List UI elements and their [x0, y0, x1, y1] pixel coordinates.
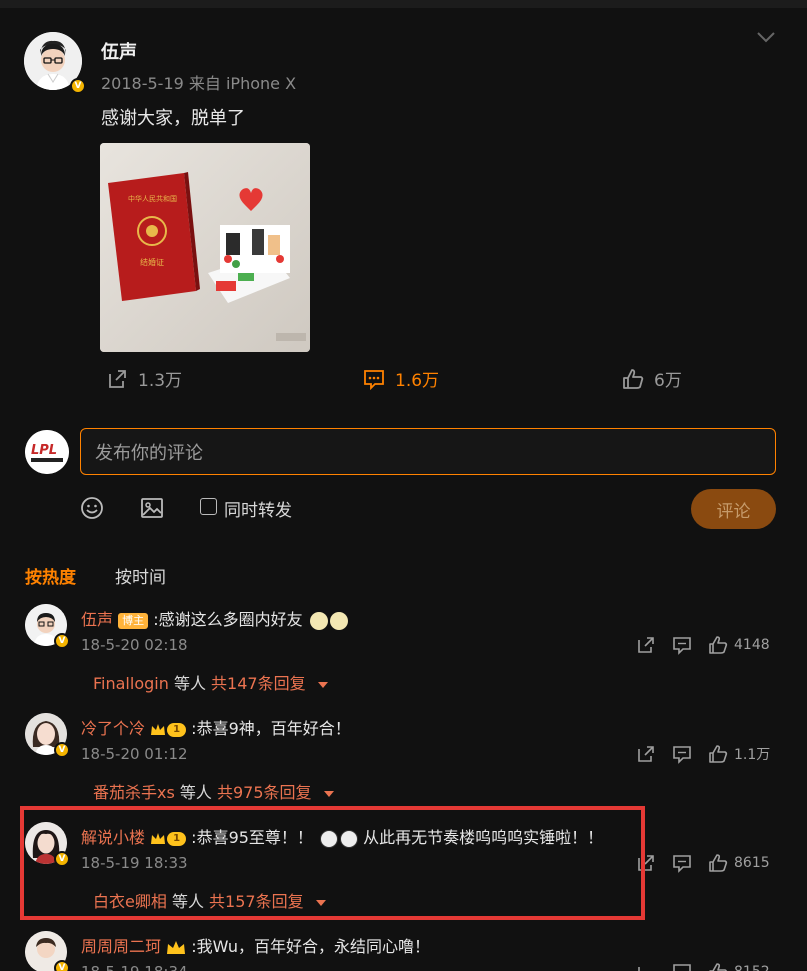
- like-count: 6万: [654, 371, 682, 391]
- comment-time: 18-5-19 18:34: [81, 963, 188, 971]
- comment-like-button[interactable]: 8152: [708, 962, 770, 971]
- send-comment-button[interactable]: 评论: [691, 489, 776, 529]
- reply-count[interactable]: 共147条回复: [211, 674, 306, 693]
- weibo-post-page: V 伍声 2018-5-19 来自 iPhone X 感谢大家，脱单了 中华人民…: [0, 0, 807, 971]
- reply-user[interactable]: 番茄杀手xs: [93, 783, 175, 802]
- repost-checkbox-label[interactable]: 同时转发: [224, 496, 292, 521]
- comment-button[interactable]: 1.6万: [363, 366, 439, 391]
- comment-text: :感谢这么多圈内好友: [153, 610, 303, 629]
- chevron-down-icon[interactable]: [756, 30, 776, 44]
- comment-actions: 1.1万: [636, 744, 770, 764]
- comment-item: V 冷了个冷 1 :恭喜9神，百年好合！ 18-5-20 01:12 番茄杀手x…: [0, 707, 807, 812]
- comment-like-button[interactable]: 4148: [708, 635, 770, 655]
- share-icon[interactable]: [636, 744, 656, 764]
- reply-summary[interactable]: Finallogin 等人 共147条回复: [93, 670, 329, 694]
- verified-badge-icon: V: [70, 78, 86, 94]
- book-title: 中华人民共和国: [128, 194, 177, 203]
- repost-button[interactable]: 1.3万: [106, 366, 182, 391]
- my-avatar[interactable]: LPL: [25, 430, 69, 474]
- comment-placeholder: 发布你的评论: [95, 442, 203, 464]
- repost-checkbox[interactable]: [200, 498, 217, 515]
- highlight-box: [20, 806, 645, 920]
- comment-like-button[interactable]: 1.1万: [708, 744, 770, 764]
- crying-emoji-icon: [329, 611, 348, 630]
- verified-badge-icon: V: [54, 633, 70, 649]
- comment-count: 1.6万: [395, 371, 440, 391]
- comment-time: 18-5-20 02:18: [81, 636, 188, 654]
- comment-like-button[interactable]: 8615: [708, 853, 770, 873]
- comment-item: V 周周周二珂 :我Wu，百年好合，永结同心噜！ 18-5-19 18:34 8…: [0, 925, 807, 971]
- caret-down-icon: [317, 682, 328, 688]
- post-meta: 2018-5-19 来自 iPhone X: [101, 74, 297, 93]
- reply-connector: 等人: [168, 674, 212, 693]
- sort-by-time-tab[interactable]: 按时间: [115, 563, 166, 588]
- reply-summary[interactable]: 番茄杀手xs 等人 共975条回复: [93, 779, 335, 803]
- post-photo[interactable]: 中华人民共和国 结婚证: [100, 143, 310, 352]
- book-label: 结婚证: [140, 257, 164, 267]
- top-strip: [0, 0, 807, 8]
- comment-author[interactable]: 周周周二珂: [81, 937, 161, 956]
- author-badge: 博主: [118, 612, 149, 629]
- comment-text: :我Wu，百年好合，永结同心噜！: [191, 937, 430, 956]
- comment-actions: 8152: [636, 962, 770, 971]
- comment-input[interactable]: 发布你的评论: [80, 428, 776, 475]
- share-icon: [109, 369, 126, 388]
- share-icon[interactable]: [636, 962, 656, 971]
- verified-badge-icon: V: [54, 960, 70, 971]
- share-icon[interactable]: [636, 635, 656, 655]
- crown-level-icon: 1: [150, 722, 187, 737]
- comment-icon[interactable]: [672, 962, 692, 971]
- comment-icon: [364, 369, 384, 390]
- comment-like-count: 1.1万: [734, 747, 771, 763]
- reply-count[interactable]: 共975条回复: [217, 783, 312, 802]
- repost-count: 1.3万: [138, 371, 183, 391]
- comment-like-count: 8615: [734, 855, 770, 871]
- caret-down-icon: [323, 791, 334, 797]
- poster-name[interactable]: 伍声: [101, 38, 137, 64]
- comment-icon[interactable]: [672, 853, 692, 873]
- comment-like-count: 8152: [734, 964, 770, 971]
- image-icon[interactable]: [140, 496, 164, 520]
- reply-connector: 等人: [174, 783, 217, 802]
- level-number: 1: [167, 722, 187, 737]
- post-text: 感谢大家，脱单了: [101, 108, 245, 129]
- emoji-icon[interactable]: [80, 496, 104, 520]
- comment-actions: 4148: [636, 635, 770, 655]
- comment-author[interactable]: 伍声: [81, 610, 113, 629]
- thumbs-up-icon: [709, 963, 727, 971]
- lpl-logo-text: LPL: [31, 443, 57, 458]
- thumbs-up-icon: [709, 854, 728, 872]
- comment-actions: 8615: [636, 853, 770, 873]
- comment-time: 18-5-20 01:12: [81, 745, 188, 763]
- comment-author[interactable]: 冷了个冷: [81, 719, 145, 738]
- crown-icon: [167, 940, 186, 954]
- comment-text: :恭喜9神，百年好合！: [191, 719, 351, 738]
- comment-icon[interactable]: [672, 744, 692, 764]
- thumbs-up-icon: [709, 636, 728, 654]
- reply-user[interactable]: Finallogin: [93, 674, 169, 693]
- shocked-emoji-icon: [309, 611, 328, 630]
- sort-by-hot-tab[interactable]: 按热度: [25, 563, 76, 588]
- thumbs-up-icon: [709, 745, 728, 763]
- like-button[interactable]: 6万: [622, 366, 682, 391]
- verified-badge-icon: V: [54, 742, 70, 758]
- post-photo-image: 中华人民共和国 结婚证: [100, 143, 310, 352]
- comment-item: V 伍声 博主 :感谢这么多圈内好友 18-5-20 02:18 Finallo…: [0, 598, 807, 703]
- comment-icon[interactable]: [672, 635, 692, 655]
- thumbs-up-icon: [623, 368, 644, 389]
- comment-like-count: 4148: [734, 637, 770, 653]
